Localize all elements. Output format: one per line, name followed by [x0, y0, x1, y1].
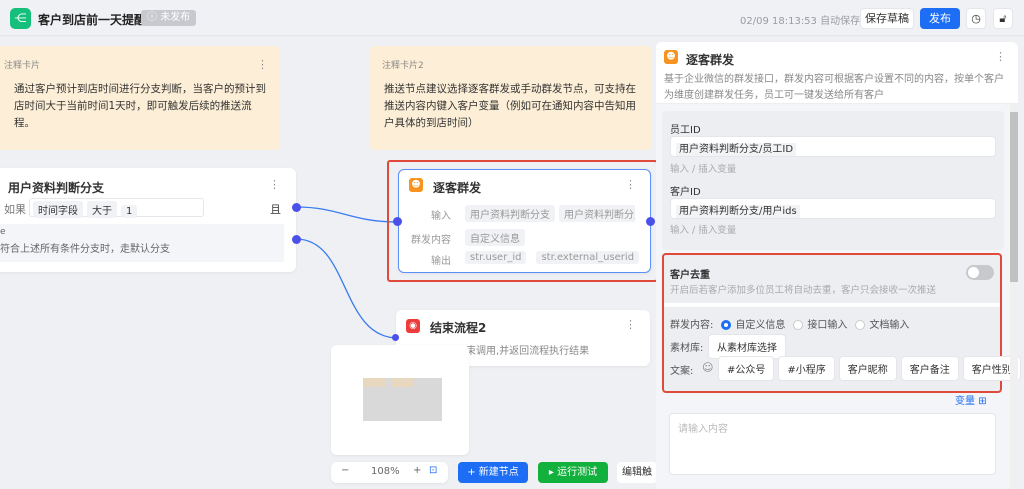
run-test-label: 运行测试 [557, 467, 598, 478]
node-title: 逐客群发 [433, 181, 482, 195]
node-title: 用户资料判断分支 [8, 181, 105, 195]
zoom-control: − 108% + ⊡ [331, 462, 448, 483]
input-port[interactable] [393, 217, 402, 226]
branch-node[interactable]: 用户资料判断分支 ⋮ 如果 时间字段 大于 1 且 e 符合上述所有条件分支时，走默… [0, 168, 296, 272]
else-text: 符合上述所有条件分支时，走默认分支 [0, 244, 170, 255]
content-type-label: 群发内容: [670, 320, 714, 331]
cond-value: 1 [121, 205, 138, 218]
tag-button[interactable]: #公众号 [718, 356, 775, 381]
minimap[interactable] [331, 345, 469, 455]
cond-field: 时间字段 [33, 201, 83, 218]
properties-panel: ☻ 逐客群发 ⋮ 基于企业微信的群发接口，群发内容可根据客户设置不同的内容，按单… [656, 42, 1021, 489]
if-label: 如果 [4, 203, 26, 216]
option-label: 自定义信息 [735, 320, 786, 331]
output-label: 输出 [431, 256, 451, 267]
output-chip: str.user_id [465, 251, 527, 264]
scrollbar[interactable] [1010, 104, 1018, 489]
content-chip: 自定义信息 [465, 229, 525, 246]
input-label: 输入 [431, 211, 451, 222]
option-label: 接口输入 [807, 320, 848, 331]
and-label: 且 [270, 203, 281, 216]
id-section: 员工ID 用户资料判断分支/员工ID 输入 / 插入变量 客户ID 用户资料判断… [662, 111, 1004, 250]
output-port[interactable] [646, 217, 655, 226]
customer-id-label: 客户ID [670, 187, 701, 198]
user-group-icon: ☻ [664, 50, 678, 64]
edge-to-end [295, 238, 399, 339]
more-icon[interactable]: ⋮ [625, 318, 636, 331]
history-icon[interactable]: ◷ [966, 8, 986, 29]
else-label: e [0, 227, 6, 237]
staff-id-input[interactable]: 用户资料判断分支/员工ID [670, 136, 996, 157]
input-port[interactable] [392, 334, 399, 341]
input-chip: 用户资料判断分支 [559, 205, 635, 222]
new-node-button[interactable]: + 新建节点 [458, 462, 528, 483]
content-label: 群发内容 [411, 235, 451, 246]
emoji-icon[interactable]: ☺ [702, 361, 713, 374]
input-chip: 用户资料判断分支 [465, 205, 555, 222]
variable-label: 变量 [955, 396, 975, 407]
staff-id-label: 员工ID [670, 125, 701, 136]
dedup-toggle[interactable] [966, 265, 994, 280]
radio-doc[interactable] [855, 320, 866, 330]
publish-button[interactable]: 发布 [920, 8, 960, 29]
cond-op: 大于 [87, 201, 117, 218]
more-icon[interactable]: ⋮ [625, 178, 636, 191]
variable-link[interactable]: 变量 ⊞ [955, 392, 987, 407]
zoom-level: 108% [371, 466, 400, 477]
dedup-desc: 开启后若客户添加多位员工将自动去重，客户只会接收一次推送 [670, 285, 937, 296]
zoom-out-button[interactable]: − [341, 465, 349, 476]
content-type-row: 群发内容: 自定义信息 接口输入 文档输入 [670, 316, 909, 331]
send-node[interactable]: ☻ 逐客群发 ⋮ 输入 用户资料判断分支用户资料判断分支 群发内容 自定义信息 … [398, 169, 651, 273]
panel-title: 逐客群发 [686, 53, 735, 67]
zoom-in-button[interactable]: + [413, 465, 421, 476]
radio-custom[interactable] [721, 320, 732, 330]
highlight-box: 客户去重 开启后若客户添加多位员工将自动去重，客户只会接收一次推送 群发内容: 自… [662, 253, 1021, 393]
panel-desc: 基于企业微信的群发接口，群发内容可根据客户设置不同的内容，按单个客户为维度创建群… [664, 74, 1004, 101]
stop-icon: ◉ [406, 319, 420, 333]
add-variable-icon: ⊞ [978, 396, 987, 407]
lock-icon[interactable]: 🔓︎ [993, 8, 1013, 29]
content-textarea[interactable]: 请输入内容 [669, 413, 996, 475]
customer-id-hint: 输入 / 插入变量 [670, 225, 737, 236]
dedup-title: 客户去重 [670, 270, 710, 281]
tag-button[interactable]: #小程序 [778, 356, 835, 381]
material-label: 素材库: [670, 343, 704, 354]
radio-api[interactable] [793, 320, 804, 330]
else-branch: e 符合上述所有条件分支时，走默认分支 [0, 224, 284, 262]
staff-id-hint: 输入 / 插入变量 [670, 164, 737, 175]
copy-label: 文案: [670, 366, 694, 377]
customer-id-value: 用户资料判断分支/用户ids [676, 205, 800, 218]
fit-view-icon[interactable]: ⊡ [429, 465, 437, 476]
more-icon[interactable]: ⋮ [995, 50, 1006, 63]
output-port[interactable] [292, 203, 301, 212]
more-icon[interactable]: ⋮ [269, 178, 280, 191]
output-chip: str.external_userid [536, 251, 640, 264]
option-label: 文档输入 [869, 320, 910, 331]
condition-box[interactable]: 时间字段 大于 1 [29, 198, 204, 218]
user-group-icon: ☻ [409, 178, 423, 192]
edge-to-send [295, 206, 399, 223]
staff-id-value: 用户资料判断分支/员工ID [676, 143, 797, 156]
node-title: 结束流程2 [430, 321, 487, 335]
edit-trigger-button[interactable]: 编辑触 [617, 462, 657, 483]
customer-id-input[interactable]: 用户资料判断分支/用户ids [670, 198, 996, 219]
save-draft-button[interactable]: 保存草稿 [860, 8, 914, 29]
tag-button[interactable]: 客户备注 [900, 356, 959, 381]
tag-button[interactable]: 客户昵称 [838, 356, 897, 381]
output-port[interactable] [292, 235, 301, 244]
run-test-button[interactable]: ▸ 运行测试 [538, 462, 608, 483]
